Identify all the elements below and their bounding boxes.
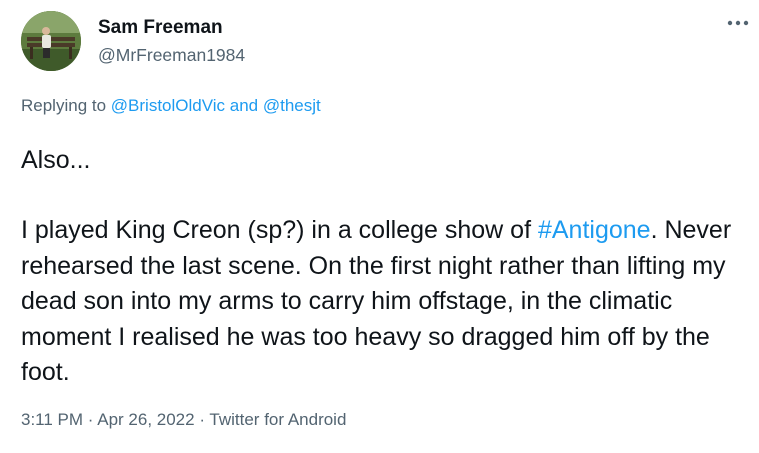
reply-user-link-1[interactable]: @BristolOldVic [111,96,225,115]
tweet-metadata: 3:11 PM · Apr 26, 2022 · Twitter for And… [21,410,346,430]
tweet-date[interactable]: Apr 26, 2022 [97,410,194,429]
meta-separator: · [83,410,98,429]
reply-user-link-2[interactable]: @thesjt [263,96,321,115]
tweet-source: Twitter for Android [209,410,347,429]
author-name[interactable]: Sam Freeman [98,17,223,39]
tweet-line-1: Also... [21,146,91,174]
tweet-time[interactable]: 3:11 PM [21,410,83,429]
replying-to-label: Replying to [21,96,111,115]
more-horizontal-icon [727,20,749,26]
reply-joiner: and [225,96,263,115]
tweet-paragraph: I played King Creon (sp?) in a college s… [21,213,751,390]
tweet-text: Also... I played King Creon (sp?) in a c… [21,143,751,390]
replying-to: Replying to @BristolOldVic and @thesjt [21,96,321,116]
avatar-image [21,11,81,71]
avatar[interactable] [21,11,81,71]
author-handle[interactable]: @MrFreeman1984 [98,45,245,66]
tweet-card: Sam Freeman @MrFreeman1984 Replying to @… [0,0,759,453]
hashtag-link[interactable]: #Antigone [538,216,651,244]
more-options-button[interactable] [724,12,752,34]
meta-separator: · [194,410,210,429]
tweet-text-before: I played King Creon (sp?) in a college s… [21,216,538,245]
